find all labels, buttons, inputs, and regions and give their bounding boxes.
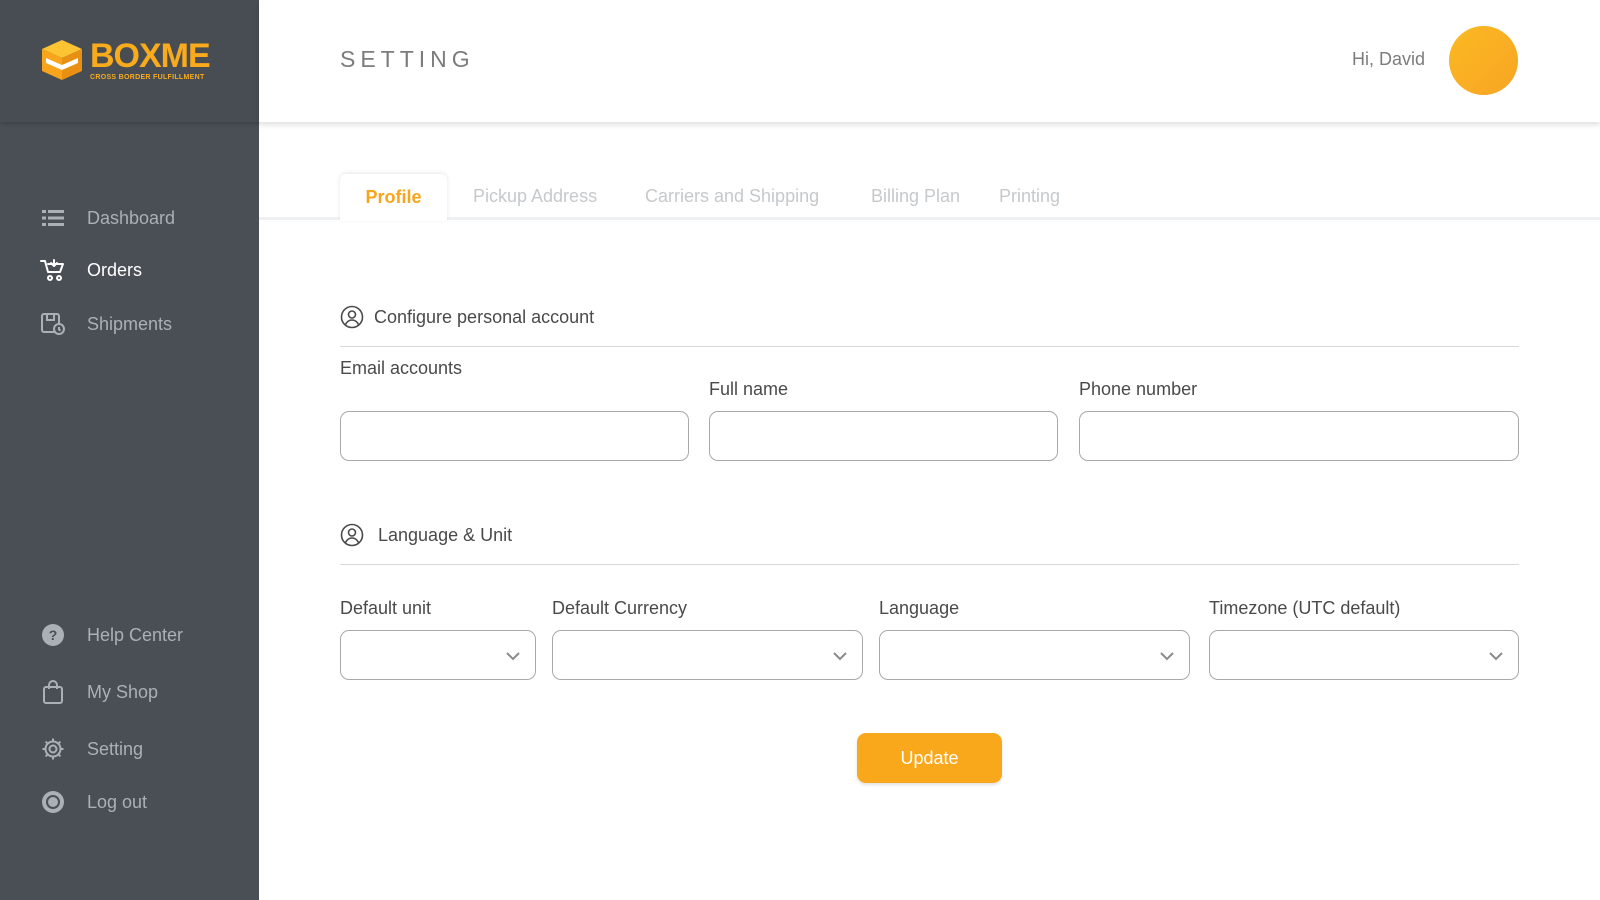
default-unit-label: Default unit: [340, 598, 432, 618]
update-button[interactable]: Update: [857, 733, 1002, 783]
timezone-label: Timezone (UTC default): [1209, 598, 1401, 618]
tab-printing[interactable]: Printing: [999, 186, 1060, 207]
section-language-unit: Language & Unit: [340, 523, 512, 547]
timezone-select[interactable]: [1209, 630, 1519, 680]
dashboard-icon: [40, 205, 66, 231]
sidebar-item-setting[interactable]: Setting: [40, 734, 143, 764]
tab-carriers-and-shipping[interactable]: Carriers and Shipping: [645, 186, 819, 207]
sidebar-item-dashboard[interactable]: Dashboard: [40, 203, 175, 233]
fullname-field[interactable]: [709, 411, 1058, 461]
default-currency-select[interactable]: [552, 630, 863, 680]
brand-name: BOXME: [90, 36, 211, 75]
brand-logo[interactable]: BOXME CROSS BORDER FULFILLMENT: [40, 36, 211, 82]
shipments-icon: [40, 311, 66, 337]
email-field[interactable]: [340, 411, 689, 461]
section-title: Language & Unit: [378, 524, 513, 545]
phone-field[interactable]: [1079, 411, 1519, 461]
sidebar-item-label: Dashboard: [87, 207, 176, 228]
chevron-down-icon: [506, 652, 520, 661]
sidebar-item-label: My Shop: [87, 681, 159, 702]
svg-text:?: ?: [49, 627, 58, 643]
phone-label: Phone number: [1079, 379, 1198, 399]
section-title: Configure personal account: [374, 306, 595, 327]
default-unit-select[interactable]: [340, 630, 536, 680]
sidebar-item-label: Help Center: [87, 624, 184, 645]
fullname-label: Full name: [709, 379, 789, 399]
box-logo-icon: [42, 40, 82, 80]
tab-profile[interactable]: Profile: [340, 174, 447, 221]
power-icon: [40, 789, 66, 815]
tabs-underline: [259, 217, 1600, 220]
sidebar-item-label: Shipments: [87, 313, 173, 334]
chevron-down-icon: [833, 652, 847, 661]
sidebar-item-log-out[interactable]: Log out: [40, 787, 147, 817]
language-select[interactable]: [879, 630, 1190, 680]
sidebar-item-shipments[interactable]: Shipments: [40, 309, 172, 339]
language-label: Language: [879, 598, 960, 618]
default-currency-label: Default Currency: [552, 598, 688, 618]
chevron-down-icon: [1160, 652, 1174, 661]
divider: [340, 564, 1519, 565]
sidebar-header: BOXME CROSS BORDER FULFILLMENT: [0, 0, 259, 122]
sidebar-item-orders[interactable]: Orders: [40, 255, 142, 285]
user-circle-icon: [340, 523, 364, 547]
user-circle-icon: [340, 305, 364, 329]
email-label: Email accounts: [340, 358, 463, 378]
shopping-bag-icon: [40, 679, 66, 705]
sidebar-item-my-shop[interactable]: My Shop: [40, 677, 158, 707]
tab-pickup-address[interactable]: Pickup Address: [473, 186, 597, 207]
section-personal-account: Configure personal account: [340, 305, 594, 329]
sidebar-item-label: Orders: [87, 259, 143, 280]
cart-icon: [40, 257, 66, 283]
top-header: SETTING Hi, David: [259, 0, 1600, 122]
sidebar-item-help-center[interactable]: ? Help Center: [40, 620, 183, 650]
help-icon: ?: [40, 622, 66, 648]
page-title: SETTING: [340, 46, 475, 72]
user-greeting: Hi, David: [1352, 49, 1426, 69]
avatar[interactable]: [1449, 26, 1518, 95]
brand-tagline: CROSS BORDER FULFILLMENT: [90, 73, 205, 81]
sidebar-item-label: Setting: [87, 738, 144, 759]
tab-billing-plan[interactable]: Billing Plan: [871, 186, 960, 207]
sidebar-item-label: Log out: [87, 791, 148, 812]
gear-icon: [40, 736, 66, 762]
sidebar: BOXME CROSS BORDER FULFILLMENT Dashboard…: [0, 0, 259, 900]
divider: [340, 346, 1519, 347]
chevron-down-icon: [1489, 652, 1503, 661]
